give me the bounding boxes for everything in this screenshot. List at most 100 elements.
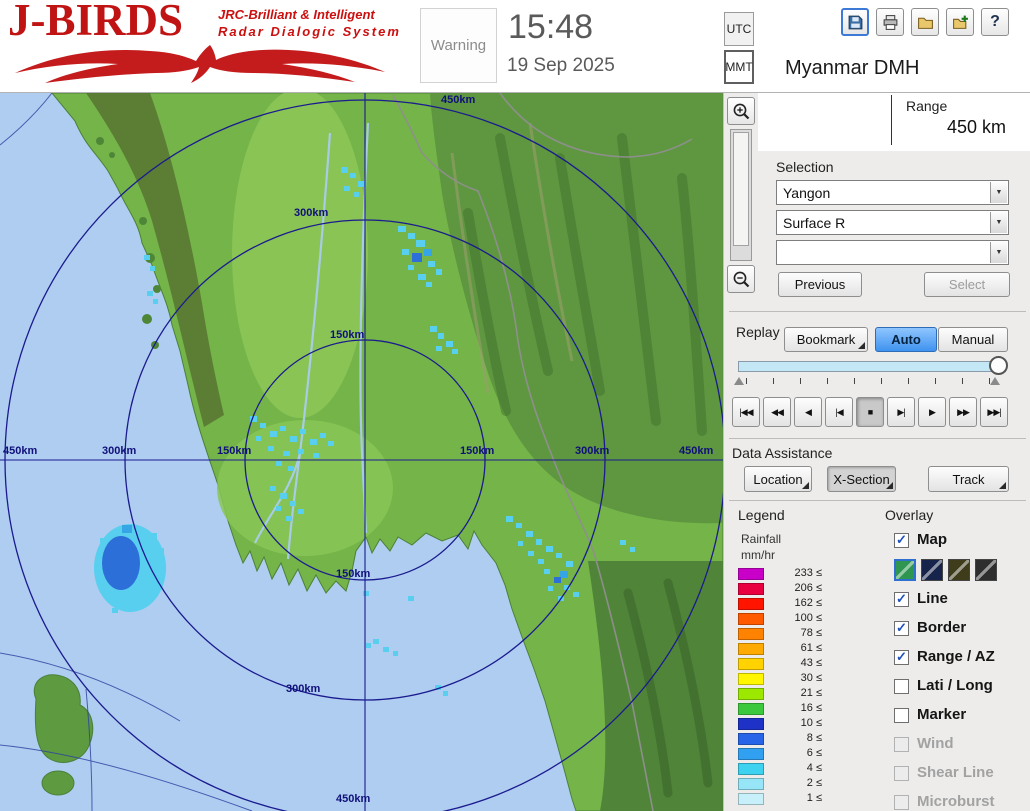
slider-end-marker bbox=[990, 377, 1000, 385]
divider bbox=[729, 311, 1026, 312]
map-style-swatch-olive[interactable] bbox=[948, 559, 970, 581]
range-value: 450 km bbox=[946, 117, 1006, 137]
legend-unit-line1: Rainfall bbox=[741, 532, 782, 546]
border-checkbox[interactable]: ✓ bbox=[894, 621, 909, 636]
map-style-swatch-green[interactable] bbox=[894, 559, 916, 581]
range-ring-label: 150km bbox=[460, 445, 495, 457]
save-button[interactable] bbox=[841, 8, 869, 36]
microburst-checkbox-label: Microburst bbox=[917, 793, 995, 810]
shear-line-checkbox[interactable] bbox=[894, 766, 909, 781]
legend-value: 43 ≤ bbox=[800, 657, 822, 669]
warning-indicator[interactable]: Warning bbox=[420, 8, 497, 83]
app-logo-subtitle-1: JRC-Brilliant & Intelligent bbox=[218, 7, 375, 22]
line-checkbox[interactable]: ✓ bbox=[894, 592, 909, 607]
legend-value: 206 ≤ bbox=[794, 582, 822, 594]
zoom-in-button[interactable] bbox=[727, 97, 755, 125]
data-assistance-label: Data Assistance bbox=[732, 445, 833, 461]
magnifier-minus-icon bbox=[733, 271, 750, 288]
mmt-button[interactable]: MMT bbox=[724, 50, 754, 84]
legend-value: 6 ≤ bbox=[806, 747, 822, 759]
legend-value: 1 ≤ bbox=[806, 792, 822, 804]
play-reverse-button[interactable]: ◀ bbox=[794, 397, 822, 427]
chevron-down-icon[interactable]: ▼ bbox=[990, 242, 1007, 263]
legend-value: 21 ≤ bbox=[800, 687, 822, 699]
app-logo-title: J-BIRDS bbox=[8, 0, 184, 45]
range-ring-label: 150km bbox=[217, 445, 252, 457]
line-checkbox-label: Line bbox=[917, 590, 948, 607]
legend-color-swatch bbox=[738, 748, 764, 760]
lati-long-checkbox[interactable] bbox=[894, 679, 909, 694]
open-folder-icon bbox=[917, 17, 933, 29]
select-button[interactable]: Select bbox=[924, 272, 1010, 297]
site-dropdown[interactable]: Yangon ▼ bbox=[776, 180, 1009, 205]
zoom-out-button[interactable] bbox=[727, 265, 755, 293]
print-icon bbox=[883, 14, 897, 30]
forward-to-end-button[interactable]: ▶▶| bbox=[980, 397, 1008, 427]
track-button[interactable]: Track bbox=[928, 466, 1009, 492]
radar-map-area[interactable]: 450km 300km 150km 450km 300km 150km 150k… bbox=[0, 88, 726, 811]
range-az-checkbox[interactable]: ✓ bbox=[894, 650, 909, 665]
map-checkbox-label: Map bbox=[917, 531, 947, 548]
range-az-checkbox-label: Range / AZ bbox=[917, 648, 995, 665]
legend-color-swatch bbox=[738, 703, 764, 715]
previous-button[interactable]: Previous bbox=[778, 272, 862, 297]
control-panel: Range 450 km Selection Yangon ▼ Surface … bbox=[723, 93, 1030, 811]
xsection-button[interactable]: X-Section bbox=[827, 466, 896, 492]
legend-color-swatch bbox=[738, 763, 764, 775]
legend-color-swatch bbox=[738, 613, 764, 625]
eagle-logo-icon bbox=[15, 45, 385, 83]
replay-slider-thumb[interactable] bbox=[989, 356, 1008, 375]
chevron-down-icon[interactable]: ▼ bbox=[990, 212, 1007, 233]
legend-value: 2 ≤ bbox=[806, 777, 822, 789]
zoom-slider-thumb[interactable] bbox=[733, 132, 749, 246]
export-icon bbox=[952, 15, 968, 29]
fast-forward-button[interactable]: ▶▶ bbox=[949, 397, 977, 427]
legend-value: 10 ≤ bbox=[800, 717, 822, 729]
legend-value: 16 ≤ bbox=[800, 702, 822, 714]
legend-value: 78 ≤ bbox=[800, 627, 822, 639]
clock-date: 19 Sep 2025 bbox=[507, 55, 615, 76]
microburst-checkbox[interactable] bbox=[894, 795, 909, 810]
map-style-swatch-navy[interactable] bbox=[921, 559, 943, 581]
help-button[interactable]: ? bbox=[981, 8, 1009, 36]
rewind-to-start-button[interactable]: |◀◀ bbox=[732, 397, 760, 427]
legend-color-swatch bbox=[738, 688, 764, 700]
step-forward-button[interactable]: ▶| bbox=[887, 397, 915, 427]
stop-button[interactable]: ■ bbox=[856, 397, 884, 427]
range-ring-label: 450km bbox=[441, 94, 476, 106]
chevron-down-icon[interactable]: ▼ bbox=[990, 182, 1007, 203]
option-dropdown[interactable]: ▼ bbox=[776, 240, 1009, 265]
print-button[interactable] bbox=[876, 8, 904, 36]
header: J-BIRDS JRC-Brilliant & Intelligent Rada… bbox=[0, 0, 1030, 93]
step-back-button[interactable]: |◀ bbox=[825, 397, 853, 427]
map-style-swatch-gray[interactable] bbox=[975, 559, 997, 581]
utc-button[interactable]: UTC bbox=[724, 12, 754, 46]
selection-label: Selection bbox=[776, 159, 834, 175]
slider-start-marker bbox=[734, 377, 744, 385]
manual-button[interactable]: Manual bbox=[938, 327, 1008, 352]
open-file-button[interactable] bbox=[911, 8, 939, 36]
wind-checkbox-label: Wind bbox=[917, 735, 954, 752]
legend-value: 233 ≤ bbox=[794, 567, 822, 579]
export-button[interactable] bbox=[946, 8, 974, 36]
range-ring-label: 450km bbox=[3, 445, 38, 457]
product-dropdown[interactable]: Surface R ▼ bbox=[776, 210, 1009, 235]
auto-button[interactable]: Auto bbox=[875, 327, 937, 352]
legend-value: 100 ≤ bbox=[794, 612, 822, 624]
range-ring-label: 300km bbox=[294, 207, 329, 219]
magnifier-plus-icon bbox=[733, 103, 750, 120]
replay-timeline-slider[interactable] bbox=[738, 361, 1006, 372]
zoom-slider[interactable] bbox=[730, 129, 752, 261]
site-dropdown-value: Yangon bbox=[783, 185, 831, 201]
location-button[interactable]: Location bbox=[744, 466, 812, 492]
map-checkbox[interactable]: ✓ bbox=[894, 533, 909, 548]
legend-value: 8 ≤ bbox=[806, 732, 822, 744]
marker-checkbox[interactable] bbox=[894, 708, 909, 723]
fast-rewind-button[interactable]: ◀◀ bbox=[763, 397, 791, 427]
range-ring-label: 450km bbox=[679, 445, 714, 457]
play-button[interactable]: ▶ bbox=[918, 397, 946, 427]
wind-checkbox[interactable] bbox=[894, 737, 909, 752]
range-ring-label: 150km bbox=[336, 568, 371, 580]
legend-color-swatch bbox=[738, 658, 764, 670]
bookmark-button[interactable]: Bookmark bbox=[784, 327, 868, 352]
